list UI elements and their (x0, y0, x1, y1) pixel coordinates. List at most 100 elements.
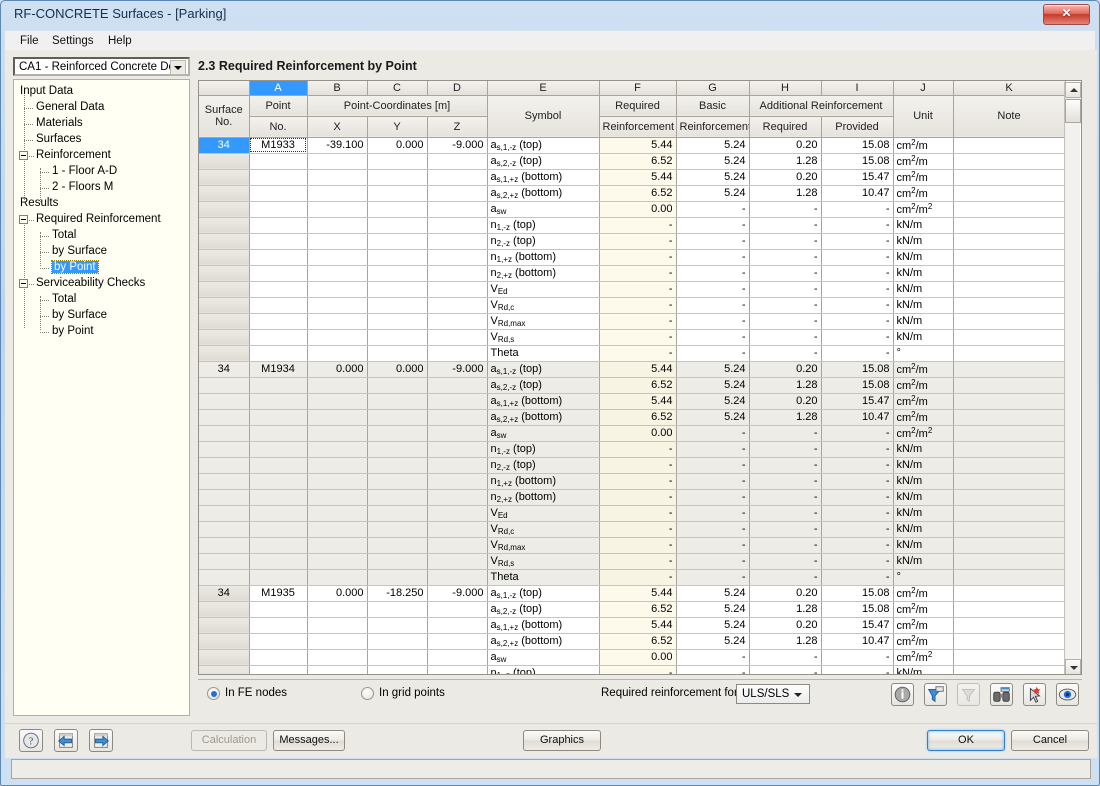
cell-additional-provided[interactable]: - (821, 281, 894, 298)
cell-required-reinforcement[interactable]: - (599, 329, 677, 346)
cell-coord-y[interactable] (367, 665, 428, 674)
cell-basic-reinforcement[interactable]: 5.24 (676, 633, 750, 650)
cell-point-no[interactable] (249, 633, 308, 650)
cell-additional-required[interactable]: - (749, 553, 822, 570)
cell-surface-no[interactable] (199, 665, 250, 674)
cell-surface-no[interactable] (199, 569, 250, 586)
cell-coord-y[interactable] (367, 601, 428, 618)
cell-basic-reinforcement[interactable]: 5.24 (676, 617, 750, 634)
cell-coord-z[interactable] (427, 521, 488, 538)
cancel-button[interactable]: Cancel (1011, 730, 1089, 751)
cell-unit[interactable]: kN/m (893, 457, 954, 474)
cell-basic-reinforcement[interactable]: 5.24 (676, 153, 750, 170)
cell-point-no[interactable] (249, 441, 308, 458)
cell-additional-required[interactable]: - (749, 425, 822, 442)
cell-additional-provided[interactable]: 15.47 (821, 617, 894, 634)
column-header-D[interactable]: D (427, 81, 488, 96)
table-row[interactable]: asw 0.00- - - cm2/m2 (199, 201, 1066, 218)
cell-coord-x[interactable] (307, 569, 368, 586)
cell-required-reinforcement[interactable]: - (599, 249, 677, 266)
cell-surface-no[interactable] (199, 217, 250, 234)
cell-required-reinforcement[interactable]: 6.52 (599, 377, 677, 394)
cell-point-no[interactable] (249, 537, 308, 554)
cell-coord-x[interactable]: 0.000 (307, 585, 368, 602)
cell-unit[interactable]: cm2/m (893, 137, 954, 154)
cell-additional-provided[interactable]: 15.08 (821, 153, 894, 170)
cell-coord-y[interactable] (367, 249, 428, 266)
column-header-A[interactable]: A (249, 81, 308, 96)
cell-surface-no[interactable] (199, 281, 250, 298)
cell-coord-y[interactable] (367, 329, 428, 346)
cell-required-reinforcement[interactable]: 5.44 (599, 361, 677, 378)
cell-additional-required[interactable]: - (749, 441, 822, 458)
cell-point-no[interactable] (249, 489, 308, 506)
cell-required-reinforcement[interactable]: - (599, 489, 677, 506)
cell-coord-y[interactable] (367, 201, 428, 218)
cell-unit[interactable]: cm2/m (893, 169, 954, 186)
cell-unit[interactable]: kN/m (893, 473, 954, 490)
cell-coord-x[interactable] (307, 265, 368, 282)
table-row[interactable]: n2,-z (top) - - - - kN/m (199, 233, 1066, 250)
cell-coord-x[interactable] (307, 297, 368, 314)
cell-note[interactable] (953, 169, 1066, 186)
cell-symbol[interactable]: asw (487, 649, 600, 666)
cell-surface-no[interactable] (199, 409, 250, 426)
cell-additional-provided[interactable]: 15.08 (821, 585, 894, 602)
cell-point-no[interactable] (249, 217, 308, 234)
cell-additional-required[interactable]: - (749, 569, 822, 586)
cell-coord-x[interactable] (307, 393, 368, 410)
cell-coord-x[interactable]: -39.100 (307, 137, 368, 154)
cell-point-no[interactable] (249, 313, 308, 330)
cell-unit[interactable]: kN/m (893, 521, 954, 538)
cell-point-no[interactable] (249, 553, 308, 570)
reinforcement-for-combobox[interactable]: ULS/SLS (736, 684, 810, 704)
table-row[interactable]: VRd,s - - - - kN/m (199, 329, 1066, 346)
visibility-button[interactable] (1056, 683, 1079, 706)
cell-required-reinforcement[interactable]: - (599, 217, 677, 234)
cell-basic-reinforcement[interactable]: 5.24 (676, 169, 750, 186)
table-row[interactable]: as,1,+z (bottom) 5.44 5.24 0.20 15.47 cm2/m (199, 393, 1066, 410)
column-header-H[interactable]: H (749, 81, 822, 96)
graphics-button[interactable]: Graphics (523, 730, 601, 751)
cell-basic-reinforcement[interactable]: - (676, 233, 750, 250)
cell-coord-z[interactable] (427, 537, 488, 554)
cell-coord-y[interactable] (367, 489, 428, 506)
cell-surface-no[interactable] (199, 313, 250, 330)
cell-additional-provided[interactable]: 15.08 (821, 377, 894, 394)
design-case-combobox[interactable]: CA1 - Reinforced Concrete Des (13, 57, 190, 76)
cell-note[interactable] (953, 345, 1066, 362)
cell-required-reinforcement[interactable]: 6.52 (599, 601, 677, 618)
cell-note[interactable] (953, 425, 1066, 442)
cell-required-reinforcement[interactable]: - (599, 441, 677, 458)
cell-basic-reinforcement[interactable]: - (676, 537, 750, 554)
cell-point-no[interactable] (249, 153, 308, 170)
cell-point-no[interactable] (249, 249, 308, 266)
cell-additional-required[interactable]: - (749, 217, 822, 234)
cell-note[interactable] (953, 313, 1066, 330)
cell-basic-reinforcement[interactable]: 5.24 (676, 137, 750, 154)
cell-symbol[interactable]: n2,-z (top) (487, 233, 600, 250)
scroll-down-button[interactable] (1065, 659, 1081, 674)
cell-unit[interactable]: kN/m (893, 441, 954, 458)
cell-additional-provided[interactable]: - (821, 201, 894, 218)
cell-coord-z[interactable] (427, 457, 488, 474)
cell-coord-y[interactable] (367, 473, 428, 490)
cell-surface-no[interactable] (199, 153, 250, 170)
table-row[interactable]: as,2,+z (bottom) 6.52 5.24 1.28 10.47 cm2/m (199, 185, 1066, 202)
cell-symbol[interactable]: VRd,s (487, 329, 600, 346)
cell-note[interactable] (953, 393, 1066, 410)
navigator-tree[interactable]: Input Data General Data Materials Surfac… (13, 79, 190, 716)
cell-additional-required[interactable]: 0.20 (749, 169, 822, 186)
table-row[interactable]: n1,+z (bottom) - - - - kN/m (199, 473, 1066, 490)
scroll-up-button[interactable] (1065, 82, 1081, 98)
cell-coord-x[interactable] (307, 217, 368, 234)
cell-symbol[interactable]: asw (487, 201, 600, 218)
cell-coord-x[interactable] (307, 425, 368, 442)
cell-point-no[interactable] (249, 345, 308, 362)
cell-coord-z[interactable] (427, 425, 488, 442)
cell-required-reinforcement[interactable]: - (599, 553, 677, 570)
cell-point-no[interactable]: M1934 (249, 361, 308, 378)
cell-point-no[interactable] (249, 169, 308, 186)
cell-additional-provided[interactable]: - (821, 489, 894, 506)
cell-unit[interactable]: ° (893, 569, 954, 586)
